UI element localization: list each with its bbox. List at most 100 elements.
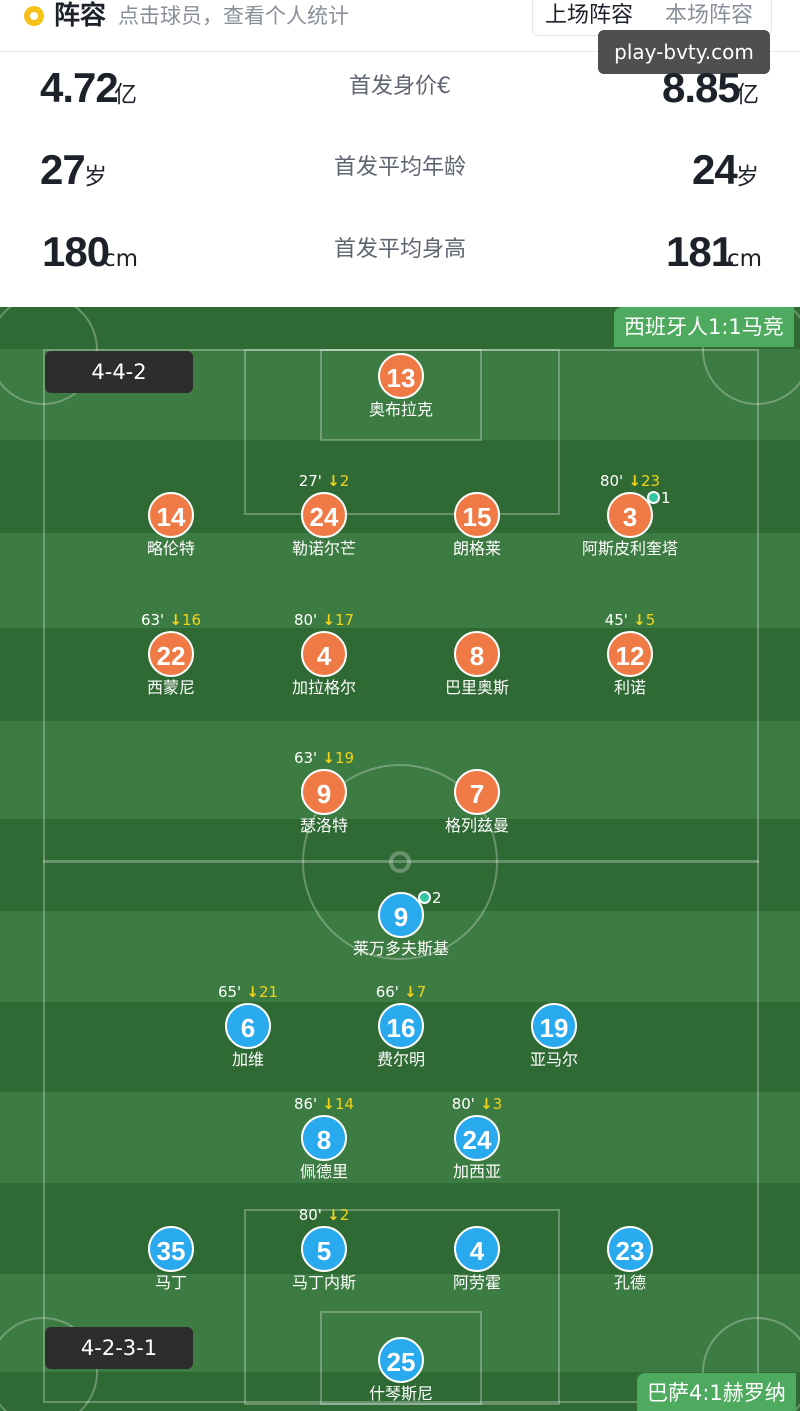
player-away-23[interactable]: 23 孔德 xyxy=(555,1206,705,1296)
player-home-24[interactable]: 27' ↓2 24 勒诺尔芒 xyxy=(249,472,399,562)
player-name: 阿斯皮利奎塔 xyxy=(581,539,678,558)
player-home-14[interactable]: 14 略伦特 xyxy=(96,472,246,562)
player-number-disc[interactable]: 24 xyxy=(301,492,347,538)
goals-indicator: 2 xyxy=(418,890,442,906)
tab-starting-lineup[interactable]: 上场阵容 xyxy=(545,1,633,31)
player-away-19[interactable]: 19 亚马尔 xyxy=(479,983,629,1073)
sub-minute: 66' xyxy=(375,983,399,1001)
player-name: 略伦特 xyxy=(146,539,195,558)
player-home-12[interactable]: 45' ↓5 12 利诺 xyxy=(555,611,705,701)
player-away-16[interactable]: 66' ↓7 16 费尔明 xyxy=(326,983,476,1073)
substitution-info: 65' ↓21 xyxy=(173,983,323,1001)
player-name: 朗格莱 xyxy=(452,539,501,558)
home-value-unit: 亿 xyxy=(114,82,137,108)
sub-arrow-icon: ↓ xyxy=(623,472,641,490)
player-number-disc[interactable]: 25 xyxy=(378,1337,424,1383)
home-height-unit: cm xyxy=(103,246,139,272)
player-number-disc[interactable]: 22 xyxy=(148,631,194,677)
sub-player-number: 19 xyxy=(334,749,355,767)
player-away-4[interactable]: 4 阿劳霍 xyxy=(402,1206,552,1296)
player-number-disc[interactable]: 8 xyxy=(301,1115,347,1161)
player-away-5[interactable]: 80' ↓2 5 马丁内斯 xyxy=(249,1206,399,1296)
player-name: 加维 xyxy=(231,1050,264,1069)
player-away-25[interactable]: 25 什琴斯尼 xyxy=(326,1317,476,1407)
stat-label-height: 首发平均身高 xyxy=(333,237,466,262)
section-title: 阵容 xyxy=(54,1,107,31)
sub-minute: 80' xyxy=(298,1206,322,1224)
player-number-disc[interactable]: 16 xyxy=(378,1003,424,1049)
player-number-disc[interactable]: 14 xyxy=(148,492,194,538)
away-value-stat: 8.85 xyxy=(662,64,741,111)
sub-player-number: 16 xyxy=(181,611,202,629)
player-number-disc[interactable]: 9 xyxy=(301,769,347,815)
player-away-9[interactable]: 9 2 莱万多夫斯基 xyxy=(326,872,476,962)
player-name: 费尔明 xyxy=(376,1050,425,1069)
sub-arrow-icon: ↓ xyxy=(164,611,182,629)
goal-count: 1 xyxy=(661,489,671,507)
player-number-disc[interactable]: 24 xyxy=(454,1115,500,1161)
player-home-4[interactable]: 80' ↓17 4 加拉格尔 xyxy=(249,611,399,701)
sub-minute: 86' xyxy=(293,1095,318,1113)
pitch: 4-4-2 4-2-3-1 西班牙人1:1马竞 巴萨4:1赫罗纳 13 奥布拉克 1… xyxy=(0,307,800,1411)
player-number-disc[interactable]: 12 xyxy=(607,631,653,677)
player-home-15[interactable]: 15 朗格莱 xyxy=(402,472,552,562)
substitution-info: 80' ↓3 xyxy=(402,1095,552,1113)
player-home-22[interactable]: 63' ↓16 22 西蒙尼 xyxy=(96,611,246,701)
player-number-disc[interactable]: 13 xyxy=(378,353,424,399)
section-dot-icon xyxy=(24,6,44,26)
away-height-unit: cm xyxy=(727,246,763,272)
player-number-disc[interactable]: 8 xyxy=(454,631,500,677)
player-home-8[interactable]: 8 巴里奥斯 xyxy=(402,611,552,701)
player-number-disc[interactable]: 15 xyxy=(454,492,500,538)
player-home-3[interactable]: 80' ↓23 3 1 阿斯皮利奎塔 xyxy=(555,472,705,562)
player-number-disc[interactable]: 35 xyxy=(148,1226,194,1272)
football-icon xyxy=(418,891,431,904)
home-value-stat: 4.72 xyxy=(40,64,119,111)
tab-match-squad[interactable]: 本场阵容 xyxy=(665,1,753,31)
sub-player-number: 2 xyxy=(339,472,350,490)
player-number-disc[interactable]: 5 xyxy=(301,1226,347,1272)
player-name: 格列兹曼 xyxy=(444,816,509,835)
player-number-disc[interactable]: 4 xyxy=(301,631,347,677)
stat-label-age: 首发平均年龄 xyxy=(333,155,466,180)
sub-player-number: 14 xyxy=(334,1095,355,1113)
sub-arrow-icon: ↓ xyxy=(317,611,335,629)
sub-minute: 27' xyxy=(298,472,322,490)
player-number-disc[interactable]: 4 xyxy=(454,1226,500,1272)
player-home-13[interactable]: 13 奥布拉克 xyxy=(326,333,476,423)
football-icon xyxy=(647,491,660,504)
away-height-stat: 181 xyxy=(666,228,734,275)
player-name: 西蒙尼 xyxy=(146,678,195,697)
player-number-disc[interactable]: 6 xyxy=(225,1003,271,1049)
sub-arrow-icon: ↓ xyxy=(627,611,646,629)
goals-indicator: 1 xyxy=(647,490,671,506)
sub-arrow-icon: ↓ xyxy=(241,983,259,1001)
sub-minute: 65' xyxy=(217,983,242,1001)
substitution-info: 45' ↓5 xyxy=(555,611,705,629)
substitution-info: 27' ↓2 xyxy=(249,472,399,490)
away-value-unit: 亿 xyxy=(736,82,759,108)
player-number-disc[interactable]: 23 xyxy=(607,1226,653,1272)
player-away-24[interactable]: 80' ↓3 24 加西亚 xyxy=(402,1095,552,1185)
player-away-6[interactable]: 65' ↓21 6 加维 xyxy=(173,983,323,1073)
player-home-9[interactable]: 63' ↓19 9 瑟洛特 xyxy=(249,749,399,839)
sub-minute: 80' xyxy=(293,611,318,629)
player-name: 佩德里 xyxy=(299,1162,348,1181)
home-age-stat: 27 xyxy=(40,146,86,193)
home-score-badge: 西班牙人1:1马竞 xyxy=(614,307,794,347)
section-subtitle: 点击球员，查看个人统计 xyxy=(118,4,349,28)
player-name: 阿劳霍 xyxy=(452,1273,501,1292)
sub-minute: 63' xyxy=(293,749,318,767)
goal-count: 2 xyxy=(432,889,442,907)
player-number-disc[interactable]: 7 xyxy=(454,769,500,815)
player-name: 马丁 xyxy=(154,1273,187,1292)
away-score-badge: 巴萨4:1赫罗纳 xyxy=(637,1373,796,1411)
player-home-7[interactable]: 7 格列兹曼 xyxy=(402,749,552,839)
away-age-unit: 岁 xyxy=(736,164,759,190)
player-name: 莱万多夫斯基 xyxy=(352,939,449,958)
substitution-info: 80' ↓23 xyxy=(555,472,705,490)
sub-player-number: 7 xyxy=(416,983,427,1001)
player-away-8[interactable]: 86' ↓14 8 佩德里 xyxy=(249,1095,399,1185)
player-number-disc[interactable]: 19 xyxy=(531,1003,577,1049)
player-away-35[interactable]: 35 马丁 xyxy=(96,1206,246,1296)
